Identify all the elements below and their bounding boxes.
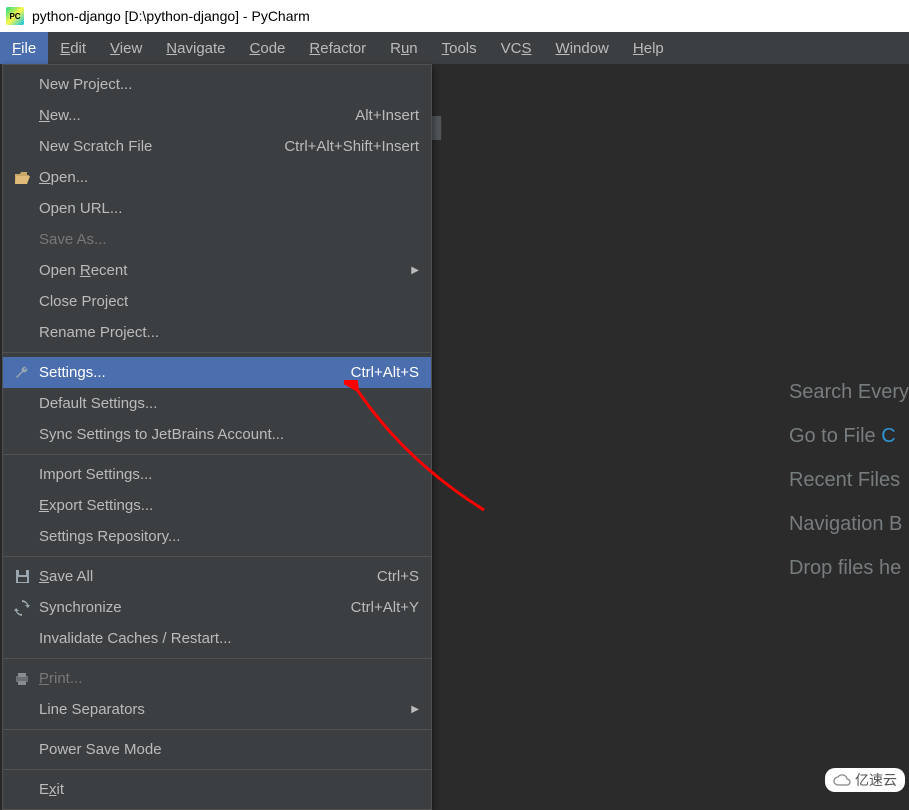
menu-new[interactable]: New...Alt+Insert bbox=[3, 100, 431, 131]
hint-go-to-file: Go to File C bbox=[789, 414, 909, 458]
menu-synchronize[interactable]: SynchronizeCtrl+Alt+Y bbox=[3, 592, 431, 623]
menu-file[interactable]: File bbox=[0, 32, 48, 64]
menu-vcs[interactable]: VCS bbox=[489, 32, 544, 64]
menu-separator bbox=[3, 729, 431, 730]
menu-separator bbox=[3, 658, 431, 659]
sync-icon bbox=[13, 599, 31, 617]
menu-open-recent[interactable]: Open Recent▶ bbox=[3, 255, 431, 286]
menu-print: Print... bbox=[3, 663, 431, 694]
welcome-hints: Search Every Go to File C Recent Files N… bbox=[789, 370, 909, 590]
menu-navigate[interactable]: Navigate bbox=[154, 32, 237, 64]
menu-edit[interactable]: Edit bbox=[48, 32, 98, 64]
menu-code[interactable]: Code bbox=[238, 32, 298, 64]
menu-refactor[interactable]: Refactor bbox=[297, 32, 378, 64]
menu-separator bbox=[3, 556, 431, 557]
menu-close-project[interactable]: Close Project bbox=[3, 286, 431, 317]
submenu-arrow-icon: ▶ bbox=[411, 265, 419, 276]
menu-default-settings[interactable]: Default Settings... bbox=[3, 388, 431, 419]
hint-navigation-bar: Navigation B bbox=[789, 502, 909, 546]
menu-export-settings[interactable]: Export Settings... bbox=[3, 490, 431, 521]
menu-window[interactable]: Window bbox=[544, 32, 621, 64]
window-title: python-django [D:\python-django] - PyCha… bbox=[32, 8, 310, 24]
menu-view[interactable]: View bbox=[98, 32, 154, 64]
menu-tools[interactable]: Tools bbox=[430, 32, 489, 64]
menu-new-scratch-file[interactable]: New Scratch FileCtrl+Alt+Shift+Insert bbox=[3, 131, 431, 162]
menu-exit[interactable]: Exit bbox=[3, 774, 431, 805]
menu-sync-settings[interactable]: Sync Settings to JetBrains Account... bbox=[3, 419, 431, 450]
wrench-icon bbox=[13, 364, 31, 382]
window-titlebar: PC python-django [D:\python-django] - Py… bbox=[0, 0, 909, 32]
menu-power-save-mode[interactable]: Power Save Mode bbox=[3, 734, 431, 765]
shortcut-label: Ctrl+S bbox=[377, 568, 419, 585]
menu-separator bbox=[3, 769, 431, 770]
menu-new-project[interactable]: New Project... bbox=[3, 69, 431, 100]
main-menubar: File Edit View Navigate Code Refactor Ru… bbox=[0, 32, 909, 64]
shortcut-label: Ctrl+Alt+S bbox=[351, 364, 419, 381]
menu-open-url[interactable]: Open URL... bbox=[3, 193, 431, 224]
cloud-icon bbox=[833, 773, 851, 787]
shortcut-label: Ctrl+Alt+Y bbox=[351, 599, 419, 616]
folder-open-icon bbox=[13, 169, 31, 187]
menu-settings-repository[interactable]: Settings Repository... bbox=[3, 521, 431, 552]
shortcut-label: Alt+Insert bbox=[355, 107, 419, 124]
menu-line-separators[interactable]: Line Separators▶ bbox=[3, 694, 431, 725]
hint-search-everywhere: Search Every bbox=[789, 370, 909, 414]
menu-run[interactable]: Run bbox=[378, 32, 430, 64]
menu-separator bbox=[3, 352, 431, 353]
menu-invalidate-caches[interactable]: Invalidate Caches / Restart... bbox=[3, 623, 431, 654]
shortcut-label: Ctrl+Alt+Shift+Insert bbox=[284, 138, 419, 155]
menu-open[interactable]: Open... bbox=[3, 162, 431, 193]
menu-settings[interactable]: Settings...Ctrl+Alt+S bbox=[3, 357, 431, 388]
floppy-disk-icon bbox=[13, 568, 31, 586]
hint-recent-files: Recent Files bbox=[789, 458, 909, 502]
menu-help[interactable]: Help bbox=[621, 32, 676, 64]
submenu-arrow-icon: ▶ bbox=[411, 704, 419, 715]
hint-drop-files: Drop files he bbox=[789, 546, 909, 590]
printer-icon bbox=[13, 670, 31, 688]
menu-save-as: Save As... bbox=[3, 224, 431, 255]
menu-import-settings[interactable]: Import Settings... bbox=[3, 459, 431, 490]
watermark-badge: 亿速云 bbox=[825, 768, 905, 792]
editor-tab-edge bbox=[432, 116, 442, 140]
menu-rename-project[interactable]: Rename Project... bbox=[3, 317, 431, 348]
menu-separator bbox=[3, 454, 431, 455]
pycharm-app-icon: PC bbox=[6, 7, 24, 25]
file-menu-dropdown: New Project... New...Alt+Insert New Scra… bbox=[2, 64, 432, 810]
menu-save-all[interactable]: Save AllCtrl+S bbox=[3, 561, 431, 592]
